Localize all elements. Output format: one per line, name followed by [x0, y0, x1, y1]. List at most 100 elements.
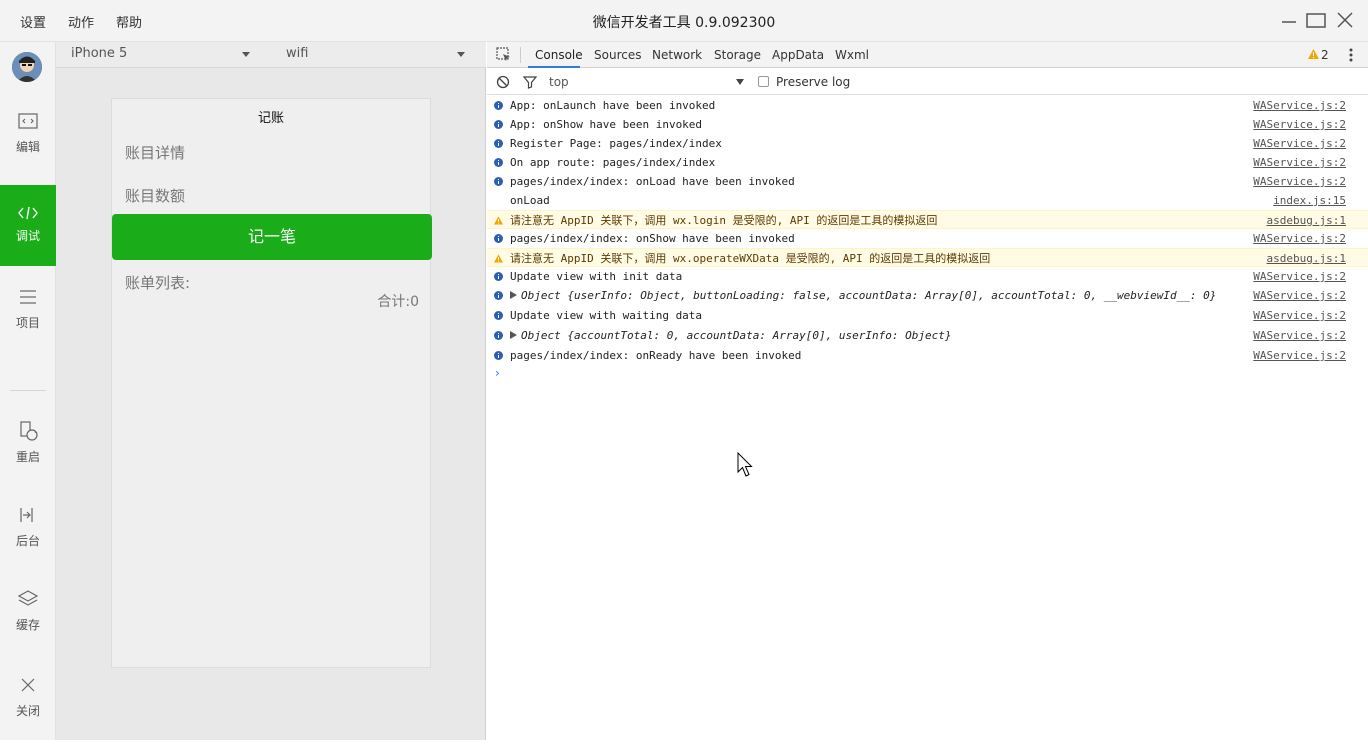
- sidebar-item-background[interactable]: 后台: [0, 504, 56, 584]
- console-log-row: App: onShow have been invoked WAService.j…: [487, 115, 1368, 134]
- title-bar: 设置 动作 帮助 微信开发者工具 0.9.092300: [0, 0, 1368, 42]
- log-message: Register Page: pages/index/index: [510, 137, 722, 150]
- background-icon: [20, 508, 33, 522]
- total-label: 合计:0: [377, 294, 419, 310]
- info-icon: [494, 311, 503, 320]
- console-log-row: Register Page: pages/index/index WAServic…: [487, 134, 1368, 153]
- log-source-link[interactable]: asdebug.js:1: [1267, 249, 1346, 268]
- log-source-link[interactable]: WAService.js:2: [1253, 346, 1346, 365]
- log-source-link[interactable]: WAService.js:2: [1253, 286, 1346, 305]
- chevron-down-icon[interactable]: [242, 52, 250, 57]
- log-message[interactable]: Object {accountTotal: 0, accountData: Ar…: [521, 326, 951, 345]
- log-message[interactable]: Object {userInfo: Object, buttonLoading:…: [521, 286, 1216, 305]
- log-source-link[interactable]: WAService.js:2: [1253, 267, 1346, 286]
- log-source-link[interactable]: WAService.js:2: [1253, 96, 1346, 115]
- log-message: onLoad: [510, 194, 550, 207]
- log-message: 请注意无 AppID 关联下，调用 wx.login 是受限的, API 的返回…: [510, 214, 938, 227]
- avatar-image: [12, 52, 42, 82]
- log-source-link[interactable]: WAService.js:2: [1253, 326, 1346, 345]
- sidebar-item-close[interactable]: 关闭: [0, 674, 56, 754]
- tab-network[interactable]: Network: [652, 48, 702, 62]
- console-log-row: pages/index/index: onShow have been invo…: [487, 229, 1368, 248]
- log-message: 请注意无 AppID 关联下，调用 wx.operateWXData 是受限的,…: [510, 252, 991, 265]
- console-warning-row: 请注意无 AppID 关联下，调用 wx.login 是受限的, API 的返回…: [487, 210, 1368, 229]
- avatar[interactable]: [12, 52, 42, 82]
- log-source-link[interactable]: WAService.js:2: [1253, 172, 1346, 191]
- detail-input[interactable]: 账目详情: [125, 142, 185, 163]
- restart-icon: [20, 421, 38, 441]
- info-icon: [494, 139, 503, 148]
- sidebar: 编辑 调试 项目 重启 后台 缓存 关闭: [0, 42, 56, 740]
- console-log-row: pages/index/index: onLoad have been invo…: [487, 172, 1368, 191]
- context-select[interactable]: top: [549, 75, 569, 89]
- log-message: App: onShow have been invoked: [510, 118, 703, 131]
- log-message: App: onLaunch have been invoked: [510, 99, 716, 112]
- warning-icon[interactable]: [1308, 49, 1319, 59]
- log-message: Update view with init data: [510, 270, 683, 283]
- page-title: 记账: [257, 111, 284, 126]
- sidebar-item-cache[interactable]: 缓存: [0, 588, 56, 668]
- chevron-down-icon[interactable]: [736, 79, 744, 85]
- log-source-link[interactable]: WAService.js:2: [1253, 229, 1346, 248]
- console-log-row: Update view with waiting data WAService.j…: [487, 306, 1368, 325]
- code-edit-icon: [18, 113, 38, 129]
- console-log-row: Object {userInfo: Object, buttonLoading:…: [487, 286, 1368, 305]
- sidebar-item-label: 关闭: [15, 704, 40, 718]
- tab-appdata[interactable]: AppData: [772, 48, 824, 62]
- devtools-panel: Console Sources Network Storage AppData …: [487, 42, 1368, 740]
- log-message: pages/index/index: onLoad have been invo…: [510, 175, 795, 188]
- info-icon: [494, 120, 503, 129]
- log-source-link[interactable]: WAService.js:2: [1253, 153, 1346, 172]
- log-source-link[interactable]: WAService.js:2: [1253, 306, 1346, 325]
- sidebar-item-debug[interactable]: 调试: [0, 185, 56, 266]
- info-icon: [494, 291, 503, 300]
- console-log-row: onLoad index.js:15: [487, 191, 1368, 210]
- tab-sources[interactable]: Sources: [594, 48, 641, 62]
- info-icon: [494, 101, 503, 110]
- inspect-element-icon[interactable]: [496, 47, 512, 63]
- console-log-row: On app route: pages/index/index WAService…: [487, 153, 1368, 172]
- sidebar-item-label: 项目: [15, 316, 40, 330]
- simulator-toolbar: iPhone 5 wifi: [56, 42, 486, 68]
- tab-wxml[interactable]: Wxml: [835, 48, 869, 62]
- bill-list-label: 账单列表:: [125, 274, 191, 292]
- filter-icon[interactable]: [523, 75, 537, 89]
- minimize-icon[interactable]: [1279, 10, 1299, 30]
- sidebar-item-label: 重启: [15, 450, 40, 464]
- clear-console-icon[interactable]: [496, 75, 510, 89]
- device-select[interactable]: iPhone 5: [71, 46, 127, 61]
- amount-input[interactable]: 账目数额: [125, 185, 185, 206]
- tab-storage[interactable]: Storage: [714, 48, 761, 62]
- warning-count[interactable]: 2: [1321, 48, 1329, 62]
- log-message: pages/index/index: onShow have been invo…: [510, 232, 795, 245]
- log-source-link[interactable]: WAService.js:2: [1253, 115, 1346, 134]
- log-message: On app route: pages/index/index: [510, 156, 716, 169]
- more-options-icon[interactable]: [1349, 47, 1353, 63]
- sidebar-item-label: 编辑: [15, 140, 40, 154]
- sidebar-item-project[interactable]: 项目: [0, 286, 56, 366]
- preserve-log-checkbox[interactable]: [758, 76, 769, 87]
- layers-icon: [17, 590, 39, 606]
- simulator-panel: iPhone 5 wifi 记账 账目详情 账目数额 记一笔 账单列表: 合计:…: [56, 42, 486, 740]
- mouse-cursor-icon: [737, 452, 753, 477]
- console-prompt[interactable]: ›: [495, 366, 500, 380]
- sidebar-item-restart[interactable]: 重启: [0, 420, 56, 500]
- expand-triangle-icon[interactable]: [510, 331, 517, 339]
- submit-button[interactable]: 记一笔: [112, 214, 432, 260]
- console-warning-row: 请注意无 AppID 关联下，调用 wx.operateWXData 是受限的,…: [487, 248, 1368, 267]
- tab-separator: [520, 47, 521, 63]
- info-icon: [494, 177, 503, 186]
- log-source-link[interactable]: asdebug.js:1: [1267, 211, 1346, 230]
- log-source-link[interactable]: WAService.js:2: [1253, 134, 1346, 153]
- tab-console[interactable]: Console: [535, 48, 583, 62]
- network-select[interactable]: wifi: [286, 46, 308, 61]
- log-source-link[interactable]: index.js:15: [1273, 191, 1346, 210]
- expand-triangle-icon[interactable]: [510, 291, 517, 299]
- info-icon: [494, 272, 503, 281]
- log-message: Update view with waiting data: [510, 309, 703, 322]
- devtools-tabbar: Console Sources Network Storage AppData …: [487, 42, 1368, 68]
- chevron-down-icon[interactable]: [457, 52, 465, 57]
- window-close-icon[interactable]: [1335, 10, 1355, 30]
- maximize-icon[interactable]: [1306, 10, 1326, 30]
- sidebar-item-edit[interactable]: 编辑: [0, 110, 56, 190]
